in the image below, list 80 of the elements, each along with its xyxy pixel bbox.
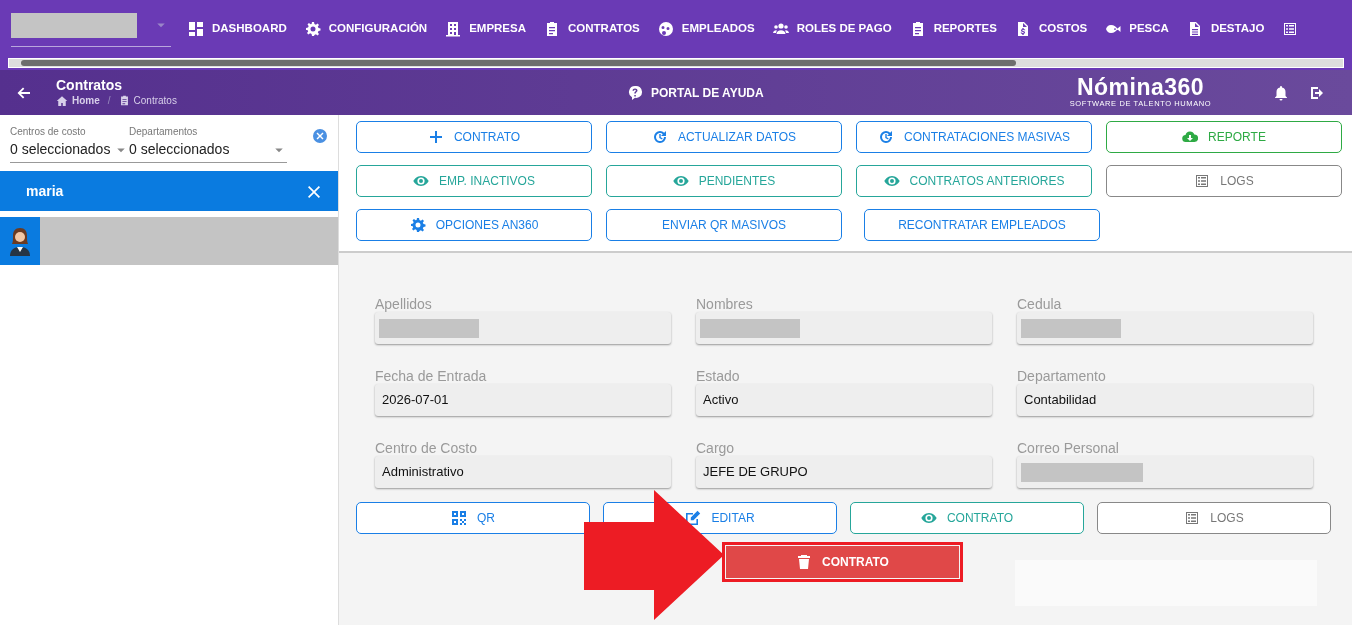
input-field[interactable]: 2026-07-01: [375, 384, 671, 416]
input-field[interactable]: Administrativo: [375, 456, 671, 488]
building-icon: [445, 21, 462, 37]
action-button[interactable]: ENVIAR QR MASIVOS: [606, 209, 842, 241]
action-button[interactable]: ACTUALIZAR DATOS: [606, 121, 842, 153]
home-icon: [56, 94, 68, 107]
cloud-download-icon: [1182, 129, 1199, 145]
help-portal-link[interactable]: PORTAL DE AYUDA: [621, 82, 770, 103]
breadcrumb-link[interactable]: Home: [72, 93, 100, 108]
field-label: Cedula: [1017, 296, 1063, 312]
field-label: Fecha de Entrada: [375, 368, 488, 384]
input-field[interactable]: [1017, 312, 1313, 344]
input-field[interactable]: [696, 312, 992, 344]
input-field[interactable]: [375, 312, 671, 344]
action-button[interactable]: RECONTRATAR EMPLEADOS: [864, 209, 1100, 241]
field-label: Departamento: [1017, 368, 1107, 384]
nav-link[interactable]: PESCA: [1096, 20, 1178, 38]
eye-icon: [920, 510, 937, 526]
action-button[interactable]: OPCIONES AN360: [356, 209, 592, 241]
nav-link[interactable]: EMPLEADOS: [648, 20, 764, 38]
list-icon: [1194, 173, 1211, 189]
add-contract-button[interactable]: CONTRATO: [356, 121, 592, 153]
settings-icon: [304, 21, 321, 37]
action-button[interactable]: CONTRATACIONES MASIVAS: [856, 121, 1092, 153]
clear-icon: [312, 127, 328, 144]
field-label: Nombres: [696, 296, 754, 312]
company-select[interactable]: [11, 15, 171, 47]
eye-icon: [413, 173, 430, 189]
breadcrumb-separator: /: [107, 94, 111, 108]
nav-link[interactable]: COSTOS: [1005, 20, 1097, 38]
nav-link[interactable]: CONTRATOS: [535, 20, 649, 38]
filter-select[interactable]: 0 seleccionados: [129, 139, 287, 160]
nav-link[interactable]: REPORTES: [900, 20, 1006, 38]
page-title: Contratos: [56, 77, 124, 93]
record-action-button[interactable]: LOGS: [1097, 502, 1331, 534]
nav-link[interactable]: DASHBOARD: [179, 20, 296, 38]
eye-icon: [883, 173, 900, 189]
nav-link[interactable]: ROLES DE PAGO: [763, 20, 901, 38]
field-label: Cargo: [696, 440, 736, 456]
delete-contract-button[interactable]: CONTRATO: [726, 546, 959, 578]
eye-icon: [672, 173, 689, 189]
edit-icon: [685, 510, 702, 526]
clipboard-icon: [544, 21, 560, 37]
avatar-icon: [8, 226, 32, 256]
action-button[interactable]: LOGS: [1106, 165, 1342, 197]
breadcrumb-link[interactable]: Contratos: [133, 93, 177, 108]
settings-icon: [409, 217, 426, 233]
dashboard-icon: [188, 21, 204, 37]
bell-icon: [1273, 85, 1290, 102]
qr-code-icon: [451, 510, 467, 526]
refresh-icon: [878, 129, 894, 145]
help-icon: [627, 84, 643, 101]
input-field[interactable]: JEFE DE GRUPO: [696, 456, 992, 488]
clipboard-icon: [118, 95, 130, 106]
input-field[interactable]: Activo: [696, 384, 992, 416]
filter-label: Centros de costo: [10, 125, 87, 139]
field-label: Apellidos: [375, 296, 433, 312]
face-icon: [657, 21, 674, 37]
record-action-button[interactable]: QR: [356, 502, 590, 534]
search-query: maria: [26, 181, 64, 201]
list-icon: [1184, 510, 1201, 526]
trash-icon: [796, 554, 813, 570]
input-field[interactable]: [1017, 456, 1313, 488]
nav-link[interactable]: DESTAJO: [1177, 20, 1274, 38]
field-label: Correo Personal: [1017, 440, 1120, 456]
close-icon: [306, 183, 322, 200]
field-label: Centro de Costo: [375, 440, 478, 456]
refresh-icon: [651, 129, 668, 145]
list-icon: [1282, 21, 1299, 37]
filter-select[interactable]: 0 seleccionados: [10, 139, 129, 160]
logo-text: Nómina360: [1076, 75, 1205, 98]
input-field[interactable]: Contabilidad: [1017, 384, 1313, 416]
horizontal-scrollbar[interactable]: [8, 58, 1344, 68]
plus-icon: [427, 129, 444, 145]
nav-link[interactable]: EMPRESA: [436, 20, 535, 38]
logout-icon: [1309, 85, 1326, 102]
filter-label: Departamentos: [129, 125, 199, 139]
field-label: Estado: [696, 368, 741, 384]
users-icon: [772, 21, 789, 37]
nav-link[interactable]: CONFIGURACIÓN: [295, 20, 437, 38]
